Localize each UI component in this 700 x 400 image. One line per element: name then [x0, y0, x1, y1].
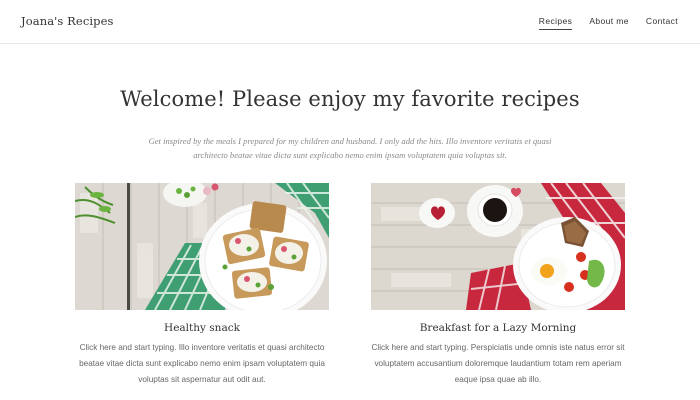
recipe-image-healthy-snack[interactable] [75, 183, 329, 310]
nav-item-recipes[interactable]: Recipes [538, 16, 573, 30]
recipe-description: Click here and start typing. Perspiciati… [371, 343, 625, 384]
recipe-title[interactable]: Breakfast for a Lazy Morning [371, 322, 625, 334]
page-subtitle: Get inspired by the meals I prepared for… [148, 136, 552, 160]
recipe-card-breakfast: Breakfast for a Lazy Morning Click here … [371, 183, 625, 388]
nav-item-contact[interactable]: Contact [646, 16, 678, 30]
page-title: Welcome! Please enjoy my favorite recipe… [120, 87, 580, 111]
site-logo-text[interactable]: Joana's Recipes [21, 14, 114, 28]
recipe-card-healthy-snack: Healthy snack Click here and start typin… [75, 183, 329, 388]
recipe-description: Click here and start typing. Illo invent… [79, 343, 325, 384]
recipe-title[interactable]: Healthy snack [75, 322, 329, 334]
nav-item-about-me[interactable]: About me [589, 16, 629, 30]
recipe-image-breakfast[interactable] [371, 183, 625, 310]
main-nav: Recipes About me Contact [522, 16, 678, 30]
site-header: Joana's Recipes Recipes About me Contact [0, 0, 700, 44]
